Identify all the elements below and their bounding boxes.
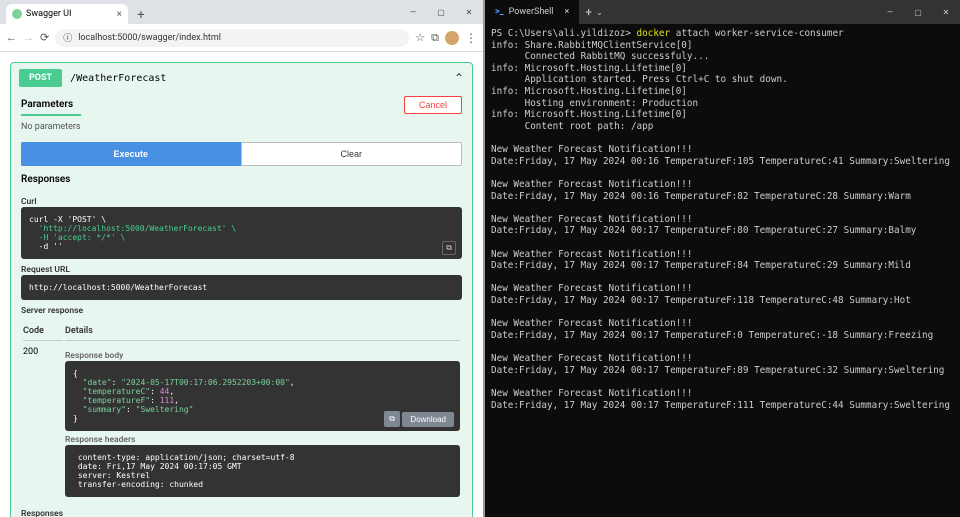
copy-icon[interactable]: ⧉	[442, 241, 456, 255]
swagger-panel: POST /WeatherForecast ⌃ Parameters Cance…	[0, 52, 483, 517]
operation-header[interactable]: POST /WeatherForecast ⌃	[11, 63, 472, 93]
terminal-tab[interactable]: >_ PowerShell ×	[485, 0, 579, 24]
cancel-button[interactable]: Cancel	[404, 96, 462, 114]
response-headers-label: Response headers	[65, 431, 460, 445]
term-maximize-icon[interactable]: ▢	[904, 0, 932, 24]
terminal-tab-title: PowerShell	[509, 7, 554, 17]
address-input[interactable]: ⓘ localhost:5000/swagger/index.html	[55, 29, 409, 47]
maximize-icon[interactable]: ▢	[427, 0, 455, 24]
term-minimize-icon[interactable]: —	[876, 0, 904, 24]
server-response-label: Server response	[21, 300, 462, 316]
no-parameters-text: No parameters	[21, 116, 462, 138]
response-body-box: { "date": "2024-05-17T00:17:06.2952203+0…	[65, 361, 460, 431]
terminal-tabs: >_ PowerShell × +⌄ — ▢ ✕	[485, 0, 960, 24]
reload-icon[interactable]: ⟳	[40, 31, 49, 44]
parameters-tab[interactable]: Parameters	[21, 93, 81, 116]
back-icon[interactable]: ←	[6, 31, 17, 44]
profile-avatar[interactable]	[445, 31, 459, 45]
download-button[interactable]: Download	[402, 412, 454, 427]
new-terminal-tab-button[interactable]: +⌄	[579, 0, 609, 24]
forward-icon[interactable]: →	[23, 31, 34, 44]
chevron-up-icon[interactable]: ⌃	[454, 71, 464, 85]
powershell-icon: >_	[495, 7, 504, 17]
http-method-badge: POST	[19, 69, 62, 87]
minimize-icon[interactable]: —	[399, 0, 427, 24]
request-url-box: http://localhost:5000/WeatherForecast	[21, 275, 462, 300]
url-bar: ← → ⟳ ⓘ localhost:5000/swagger/index.htm…	[0, 24, 483, 52]
status-code: 200	[23, 343, 63, 501]
endpoint-path: /WeatherForecast	[70, 73, 166, 84]
close-window-icon[interactable]: ✕	[455, 0, 483, 24]
curl-label: Curl	[21, 191, 462, 207]
response-body-label: Response body	[65, 347, 460, 361]
site-info-icon[interactable]: ⓘ	[63, 31, 72, 44]
clear-button[interactable]: Clear	[241, 142, 463, 166]
tab-title: Swagger UI	[26, 9, 71, 19]
curl-code: curl -X 'POST' \ 'http://localhost:5000/…	[21, 207, 462, 259]
menu-icon[interactable]: ⋮	[465, 31, 477, 45]
browser-tab[interactable]: Swagger UI ×	[6, 4, 128, 24]
extensions-icon[interactable]: ⧉	[431, 31, 439, 45]
browser-tabs: Swagger UI × + — ▢ ✕	[0, 0, 483, 24]
favicon	[12, 9, 22, 19]
details-column: Details	[65, 322, 460, 341]
close-tab-icon[interactable]: ×	[117, 9, 122, 20]
new-tab-button[interactable]: +	[132, 6, 150, 24]
star-icon[interactable]: ☆	[415, 31, 425, 44]
terminal-output[interactable]: PS C:\Users\ali.yildizoz> docker attach …	[485, 24, 960, 517]
response-headers-box: content-type: application/json; charset=…	[65, 445, 460, 497]
terminal-window: >_ PowerShell × +⌄ — ▢ ✕ PS C:\Users\ali…	[485, 0, 960, 517]
url-text: localhost:5000/swagger/index.html	[78, 33, 221, 43]
responses-heading: Responses	[21, 166, 462, 191]
execute-button[interactable]: Execute	[21, 142, 241, 166]
operation-block: POST /WeatherForecast ⌃ Parameters Cance…	[10, 62, 473, 517]
copy-body-icon[interactable]: ⧉	[384, 411, 400, 427]
code-column: Code	[23, 322, 63, 341]
browser-window: Swagger UI × + — ▢ ✕ ← → ⟳ ⓘ localhost:5…	[0, 0, 485, 517]
request-url-label: Request URL	[21, 259, 462, 275]
close-terminal-tab-icon[interactable]: ×	[564, 7, 569, 17]
responses-label2: Responses	[21, 503, 462, 517]
term-close-icon[interactable]: ✕	[932, 0, 960, 24]
